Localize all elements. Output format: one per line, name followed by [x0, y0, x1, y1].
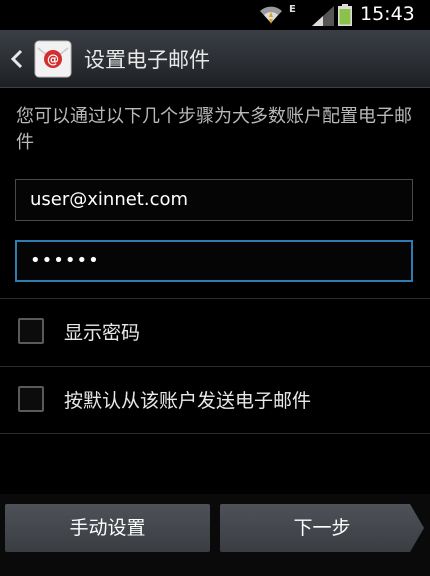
default-account-checkbox[interactable] [18, 386, 44, 412]
status-time: 15:43 [360, 3, 415, 25]
svg-text:@: @ [47, 53, 59, 67]
email-field[interactable]: user@xinnet.com [15, 179, 413, 221]
page-title: 设置电子邮件 [84, 48, 210, 72]
email-app-icon[interactable]: @ [34, 40, 72, 78]
default-account-label: 按默认从该账户发送电子邮件 [64, 390, 312, 412]
signal-icon [312, 6, 334, 26]
wifi-icon [260, 6, 282, 24]
manual-setup-button[interactable]: 手动设置 [5, 504, 210, 552]
default-account-row[interactable]: 按默认从该账户发送电子邮件 [0, 367, 430, 433]
bottom-button-bar: 手动设置 下一步 [0, 494, 430, 576]
instruction-text: 您可以通过以下几个步骤为大多数账户配置电子邮件 [16, 106, 412, 153]
next-button[interactable]: 下一步 [220, 504, 424, 552]
show-password-row[interactable]: 显示密码 [0, 299, 430, 365]
back-arrow-icon[interactable] [10, 49, 24, 69]
status-bar: E 15:43 [0, 0, 430, 30]
next-label: 下一步 [293, 517, 351, 539]
show-password-checkbox[interactable] [18, 318, 44, 344]
battery-icon [338, 4, 352, 26]
action-bar: @ 设置电子邮件 [0, 30, 430, 88]
show-password-label: 显示密码 [64, 322, 141, 344]
divider [0, 433, 430, 434]
manual-setup-label: 手动设置 [69, 517, 146, 539]
email-setup-screen: E 15:43 @ 设置电子邮件 您可以通过以下几个步骤为大多数账户配置电子邮件… [0, 0, 430, 576]
network-type: E [289, 4, 296, 15]
password-field[interactable]: •••••• [15, 240, 413, 282]
